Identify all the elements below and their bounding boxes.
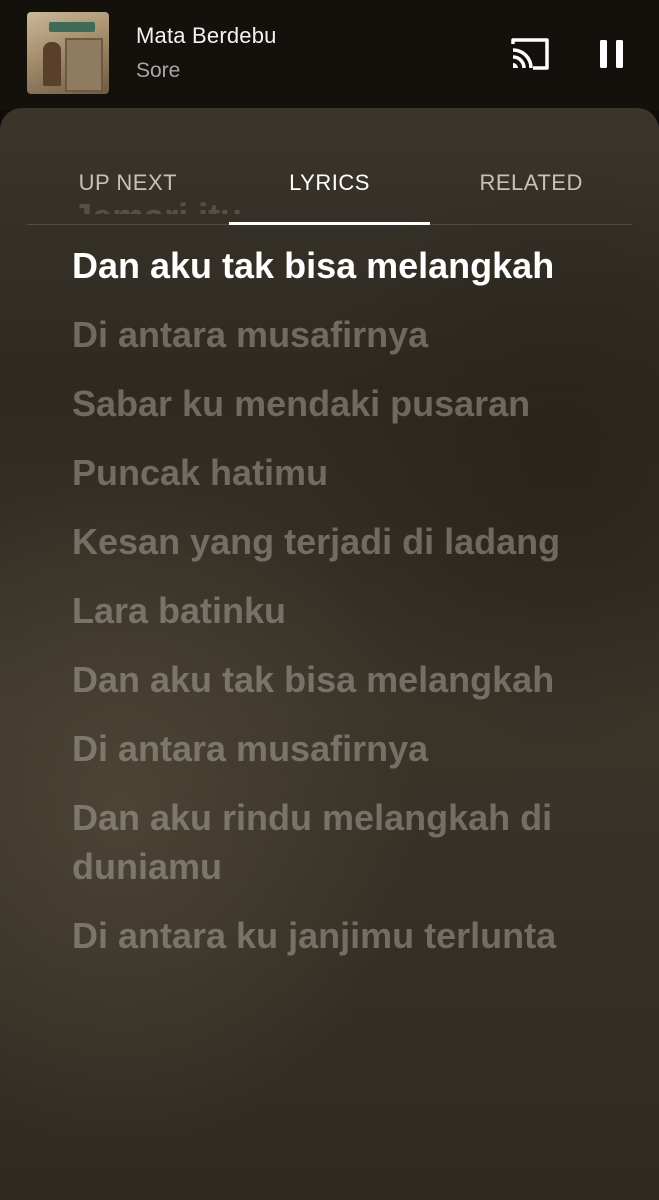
- lyric-line: Lara batinku: [72, 590, 287, 631]
- lyric-line-current: Dan aku tak bisa melangkah: [72, 245, 555, 286]
- lyrics-list[interactable]: Jemari itu Dan aku tak bisa melangkah Di…: [72, 196, 612, 980]
- lyric-line: Kesan yang terjadi di ladang: [72, 521, 561, 562]
- pause-button[interactable]: [592, 34, 632, 74]
- track-title: Mata Berdebu: [136, 23, 277, 48]
- mini-player[interactable]: Mata Berdebu Sore: [0, 0, 659, 110]
- album-art-building: [65, 38, 103, 92]
- lyric-line-previous: Jemari itu: [72, 192, 612, 214]
- player-sheet: UP NEXT LYRICS RELATED Jemari itu Dan ak…: [0, 108, 659, 1200]
- lyric-line: Di antara musafirnya: [72, 314, 429, 355]
- track-artist[interactable]: Sore: [136, 59, 180, 83]
- album-art-figure: [43, 42, 61, 86]
- cast-button[interactable]: [507, 34, 553, 74]
- lyric-line: Sabar ku mendaki pusaran: [72, 383, 531, 424]
- album-art[interactable]: [27, 12, 109, 94]
- cast-icon: [511, 38, 549, 70]
- lyric-line: Dan aku tak bisa melangkah: [72, 659, 555, 700]
- lyric-line: Di antara ku janjimu terlunta: [72, 915, 557, 956]
- pause-icon: [600, 40, 623, 68]
- lyric-line: Puncak hatimu: [72, 452, 329, 493]
- album-art-sign: [49, 22, 95, 32]
- lyric-line: Di antara musafirnya: [72, 728, 429, 769]
- now-playing-screen: Mata Berdebu Sore UP NEXT LYRICS RELATED…: [0, 0, 659, 1200]
- lyric-line: Dan aku rindu melangkah di duniamu: [72, 797, 553, 887]
